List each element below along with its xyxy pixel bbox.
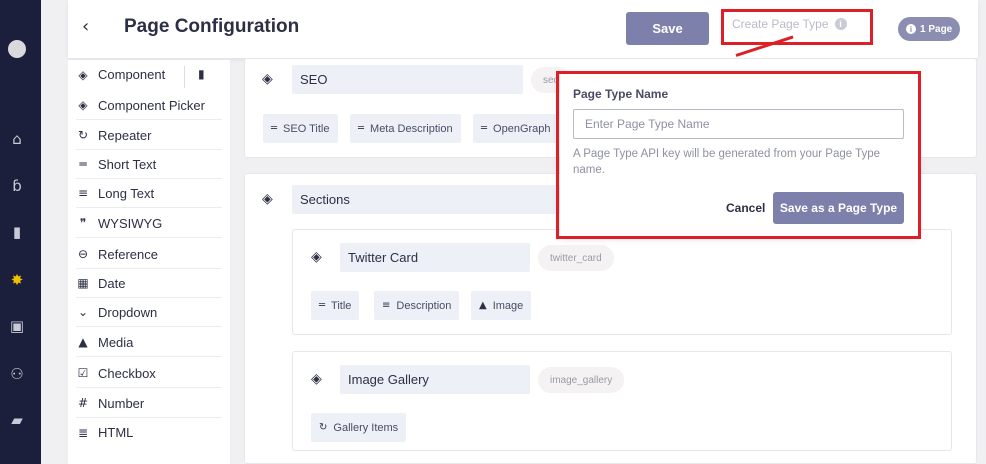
seo-title-chip[interactable]: ═ SEO Title	[263, 114, 338, 143]
info-icon: i	[906, 24, 916, 34]
users-icon[interactable]: ⚇	[6, 364, 28, 384]
components-icon[interactable]: ✸	[6, 270, 28, 290]
document-icon[interactable]: ▮	[6, 222, 28, 242]
chip-label: OpenGraph	[493, 122, 551, 135]
image-gallery-slug: image_gallery	[538, 367, 625, 393]
avatar[interactable]	[8, 40, 26, 58]
meta-description-chip[interactable]: ═ Meta Description	[350, 114, 461, 143]
divider	[184, 66, 185, 88]
layers-plus-icon: ◈	[78, 98, 88, 112]
calendar-icon: ▦	[77, 276, 89, 290]
popover-highlight	[556, 71, 921, 239]
image-gallery-title-field[interactable]: Image Gallery	[340, 365, 530, 394]
chip-label: Title	[331, 299, 352, 312]
left-nav: ⌂ ɓ ▮ ✸ ▣ ⚇ ▰	[0, 0, 41, 464]
component-item-component-picker[interactable]: ◈ Component Picker	[76, 91, 222, 120]
layers-icon[interactable]: ◈	[262, 71, 273, 87]
short-text-icon: ═	[481, 123, 488, 134]
blog-icon[interactable]: ɓ	[6, 176, 28, 196]
page-count-badge[interactable]: i 1 Page	[898, 17, 961, 41]
short-text-icon: ═	[319, 300, 326, 311]
page-title: Page Configuration	[124, 16, 300, 37]
component-label: Component	[98, 67, 166, 82]
hash-icon: #	[77, 396, 89, 410]
component-item-long-text[interactable]: ≡ Long Text	[76, 179, 222, 208]
short-text-icon: ═	[271, 123, 278, 134]
repeat-icon: ↻	[319, 422, 328, 433]
chevron-down-icon: ⌄	[77, 305, 89, 319]
create-page-type-highlight	[721, 9, 873, 45]
component-label: Dropdown	[98, 304, 158, 320]
chip-label: Description	[396, 299, 452, 312]
seo-title-field[interactable]: SEO	[292, 65, 523, 94]
component-label: Date	[98, 275, 126, 291]
component-item-html[interactable]: ≣ HTML	[76, 418, 222, 447]
long-text-icon: ≡	[382, 300, 391, 311]
twitter-card-component: ◈ Twitter Card twitter_card ═ Title ≡ De…	[292, 229, 952, 335]
image-icon: ▲	[479, 300, 487, 311]
component-label: Checkbox	[98, 365, 156, 381]
image-gallery-component: ◈ Image Gallery image_gallery ↻ Gallery …	[292, 351, 952, 451]
component-item-wysiwyg[interactable]: ❞ WYSIWYG	[76, 209, 222, 238]
component-label: WYSIWYG	[98, 215, 163, 231]
chip-label: Meta Description	[370, 122, 453, 135]
media-library-icon[interactable]: ▣	[6, 316, 28, 336]
component-item-date[interactable]: ▦ Date	[76, 269, 222, 298]
component-label: Media	[98, 334, 134, 350]
layers-plus-icon[interactable]: ◈	[262, 191, 273, 207]
chip-label: Image	[492, 299, 524, 312]
chip-label: Gallery Items	[333, 421, 399, 434]
layers-icon: ◈	[78, 67, 88, 82]
quote-icon: ❞	[79, 216, 87, 230]
component-label: Long Text	[98, 185, 155, 201]
book-icon[interactable]: ▮	[198, 67, 205, 81]
component-label: Reference	[98, 246, 158, 262]
layers-icon[interactable]: ◈	[311, 371, 322, 387]
link-icon: ⊖	[77, 247, 89, 261]
save-button[interactable]: Save	[626, 12, 709, 45]
layers-icon[interactable]: ◈	[311, 249, 322, 265]
twitter-card-slug: twitter_card	[538, 245, 614, 271]
gallery-items-chip[interactable]: ↻ Gallery Items	[311, 413, 407, 442]
component-item-dropdown[interactable]: ⌄ Dropdown	[76, 298, 222, 327]
folder-icon[interactable]: ▰	[6, 410, 28, 430]
back-icon[interactable]: ‹	[82, 16, 102, 40]
page-count-label: 1 Page	[920, 23, 953, 35]
short-text-icon: ═	[358, 123, 365, 134]
checkbox-icon: ☑	[77, 366, 89, 380]
component-item-media[interactable]: ▲ Media	[76, 328, 222, 357]
title-chip[interactable]: ═ Title	[311, 291, 360, 320]
chip-label: SEO Title	[283, 122, 330, 135]
description-chip[interactable]: ≡ Description	[374, 291, 460, 320]
image-icon: ▲	[78, 335, 88, 349]
component-palette: ◈ Component ▮ ◈ Component Picker ↻ Repea…	[68, 60, 230, 464]
component-item-reference[interactable]: ⊖ Reference	[76, 240, 222, 269]
short-text-icon: ═	[79, 157, 87, 171]
component-item-repeater[interactable]: ↻ Repeater	[76, 121, 222, 150]
component-label: Repeater	[98, 127, 152, 143]
component-item-short-text[interactable]: ═ Short Text	[76, 150, 222, 179]
html-icon: ≣	[77, 425, 89, 440]
twitter-card-title-field[interactable]: Twitter Card	[340, 243, 530, 272]
component-item-number[interactable]: # Number	[76, 389, 222, 418]
component-item-checkbox[interactable]: ☑ Checkbox	[76, 359, 222, 388]
long-text-icon: ≡	[77, 186, 89, 200]
component-label: Number	[98, 395, 145, 411]
home-icon[interactable]: ⌂	[6, 129, 28, 149]
component-label: HTML	[98, 425, 134, 440]
component-label: Component Picker	[98, 97, 205, 113]
component-label: Short Text	[98, 156, 157, 172]
image-chip[interactable]: ▲ Image	[471, 291, 532, 320]
opengraph-chip[interactable]: ═ OpenGraph	[473, 114, 559, 143]
repeat-icon: ↻	[77, 128, 89, 142]
sections-title-field[interactable]: Sections	[292, 185, 572, 214]
